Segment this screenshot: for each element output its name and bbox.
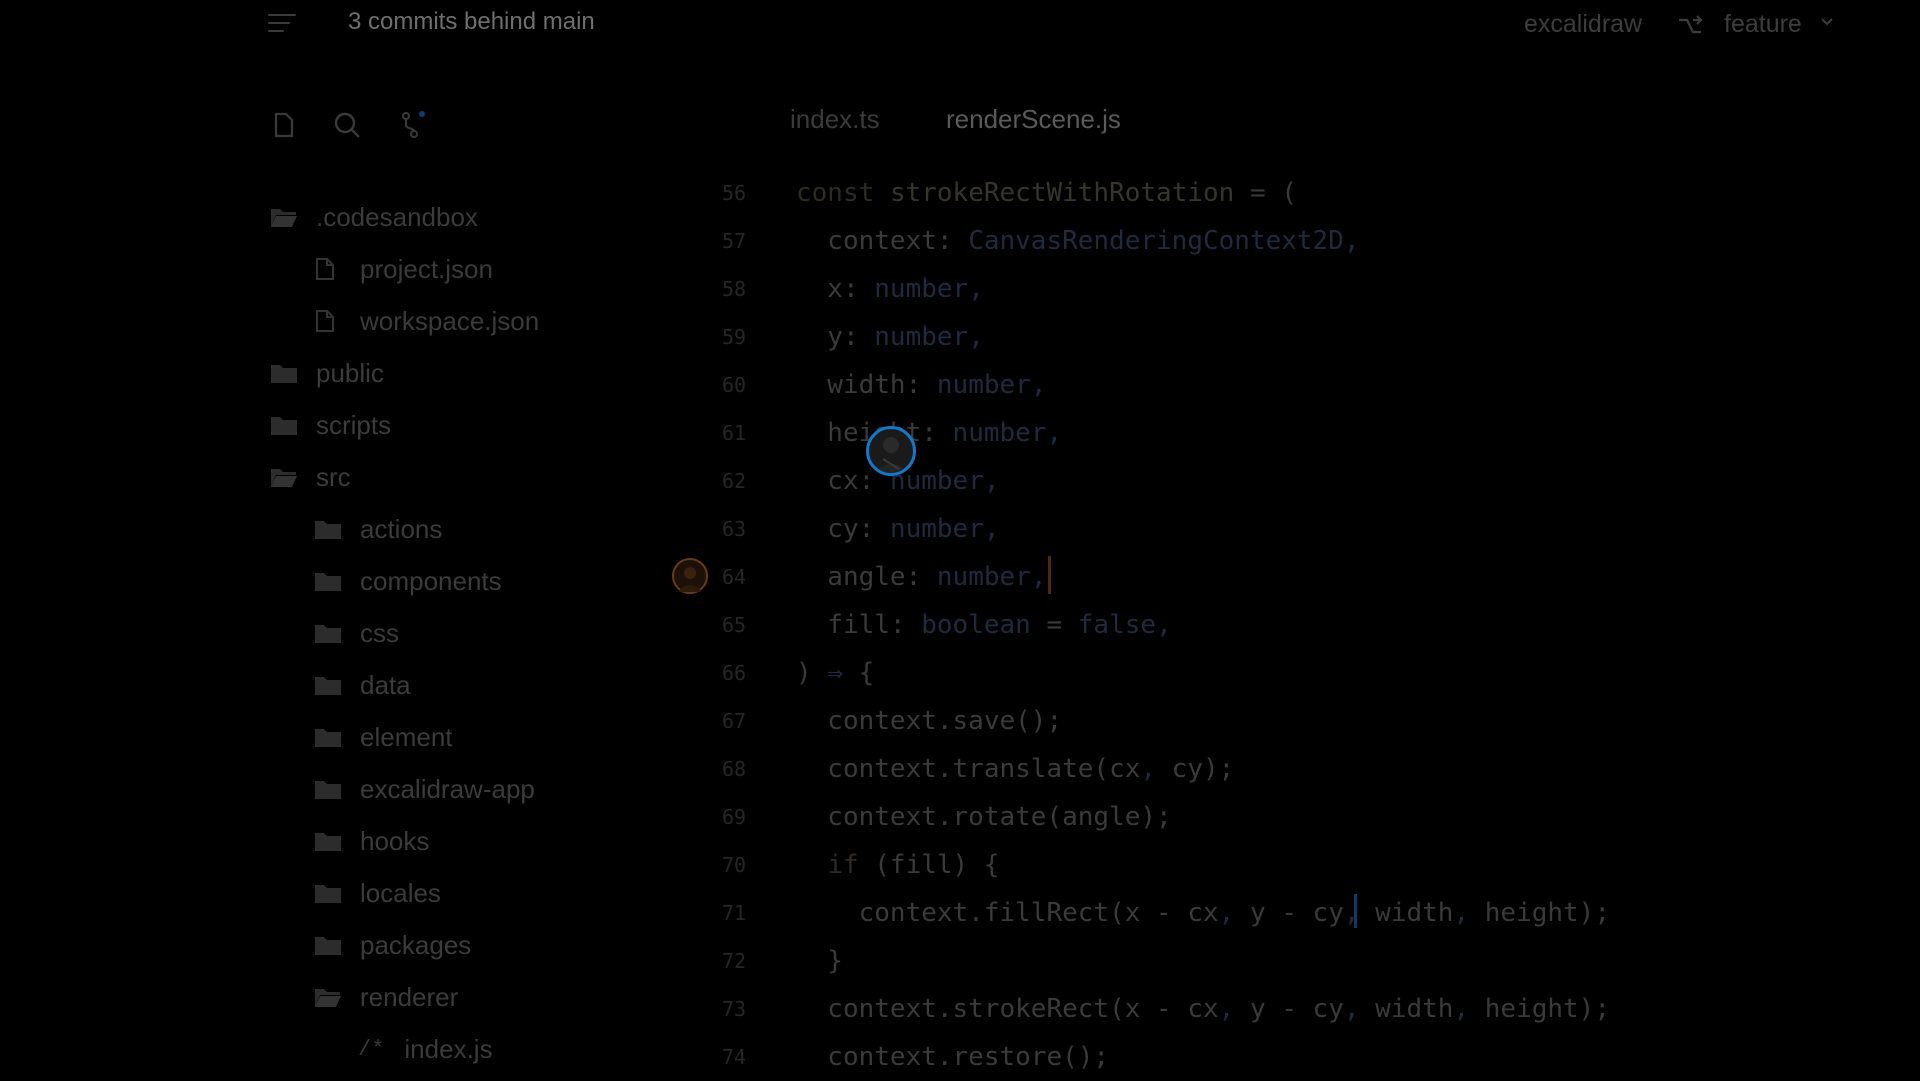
- file-icon[interactable]: [268, 110, 298, 140]
- commits-behind-status[interactable]: 3 commits behind main: [348, 8, 595, 36]
- code-text: ) ⇒ {: [796, 658, 875, 688]
- repo-name[interactable]: excalidraw: [1524, 10, 1642, 39]
- code-line[interactable]: 64 angle: number,: [0, 553, 1920, 601]
- code-line[interactable]: 69 context.rotate(angle);: [0, 793, 1920, 841]
- code-line[interactable]: 58 x: number,: [0, 265, 1920, 313]
- code-line[interactable]: 74 context.restore();: [0, 1033, 1920, 1081]
- line-number: 73: [722, 997, 747, 1021]
- line-number: 71: [722, 901, 747, 925]
- line-number: 74: [722, 1045, 747, 1069]
- line-number: 61: [722, 421, 747, 445]
- code-text: if (fill) {: [827, 850, 1000, 880]
- code-text: context.save();: [796, 706, 1063, 736]
- code-line[interactable]: 67 context.save();: [0, 697, 1920, 745]
- line-number: 64: [722, 565, 747, 589]
- line-number: 59: [722, 325, 747, 349]
- code-text: context.translate(cx, cy);: [796, 754, 1235, 784]
- line-number: 60: [722, 373, 747, 397]
- code-text: width: number,: [796, 370, 1047, 400]
- code-text: cy: number,: [796, 514, 1000, 544]
- code-line[interactable]: 59 y: number,: [0, 313, 1920, 361]
- code-text: fill: boolean = false,: [796, 610, 1172, 640]
- collaborator-avatar-cursor[interactable]: [866, 426, 916, 476]
- code-line[interactable]: 73 context.strokeRect(x - cx, y - cy, wi…: [0, 985, 1920, 1033]
- code-line[interactable]: 56 const strokeRectWithRotation = (: [0, 169, 1920, 217]
- git-branch-icon: [1676, 12, 1704, 40]
- collaborator-avatar-gutter[interactable]: [672, 558, 708, 594]
- line-number: 72: [722, 949, 747, 973]
- code-text: }: [796, 946, 843, 976]
- tab-index-ts[interactable]: index.ts: [790, 104, 880, 135]
- code-line[interactable]: 61 height: number,: [0, 409, 1920, 457]
- code-line[interactable]: 63 cy: number,: [0, 505, 1920, 553]
- line-number: 62: [722, 469, 747, 493]
- code-text: context.rotate(angle);: [796, 802, 1172, 832]
- line-number: 69: [722, 805, 747, 829]
- line-number: 56: [722, 181, 747, 205]
- code-text: y: number,: [796, 322, 984, 352]
- code-text: context.fillRect(x - cx, y - cy, width, …: [796, 898, 1610, 928]
- source-control-icon[interactable]: [398, 110, 428, 140]
- code-line[interactable]: 72 }: [0, 937, 1920, 985]
- code-text: context.strokeRect(x - cx, y - cy, width…: [796, 994, 1610, 1024]
- search-icon[interactable]: [332, 110, 362, 140]
- code-text: angle: number,: [796, 562, 1047, 592]
- code-line[interactable]: 57 context: CanvasRenderingContext2D,: [0, 217, 1920, 265]
- code-line[interactable]: 70 if (fill) {: [0, 841, 1920, 889]
- line-number: 67: [722, 709, 747, 733]
- code-text: context: CanvasRenderingContext2D,: [796, 226, 1360, 256]
- code-text: x: number,: [796, 274, 984, 304]
- tab-renderscene-js[interactable]: renderScene.js: [946, 104, 1121, 135]
- line-number: 68: [722, 757, 747, 781]
- line-number: 66: [722, 661, 747, 685]
- collaborator-caret-orange: [1048, 556, 1051, 594]
- code-text: context.restore();: [796, 1042, 1110, 1072]
- line-number: 58: [722, 277, 747, 301]
- branch-selector[interactable]: feature: [1724, 10, 1802, 39]
- code-text: height: number,: [827, 418, 1063, 448]
- code-line[interactable]: 65 fill: boolean = false,: [0, 601, 1920, 649]
- code-line[interactable]: 62 cx: number,: [0, 457, 1920, 505]
- chevron-down-icon[interactable]: [1820, 14, 1834, 33]
- collaborator-caret-blue: [1354, 894, 1357, 928]
- line-number: 63: [722, 517, 747, 541]
- code-line[interactable]: 66 ) ⇒ {: [0, 649, 1920, 697]
- line-number: 57: [722, 229, 747, 253]
- line-number: 70: [722, 853, 747, 877]
- code-text: const strokeRectWithRotation = (: [796, 178, 1297, 208]
- line-number: 65: [722, 613, 747, 637]
- code-line[interactable]: 71 context.fillRect(x - cx, y - cy, widt…: [0, 889, 1920, 937]
- code-line[interactable]: 60 width: number,: [0, 361, 1920, 409]
- code-line[interactable]: 68 context.translate(cx, cy);: [0, 745, 1920, 793]
- hamburger-menu-icon[interactable]: [268, 14, 296, 36]
